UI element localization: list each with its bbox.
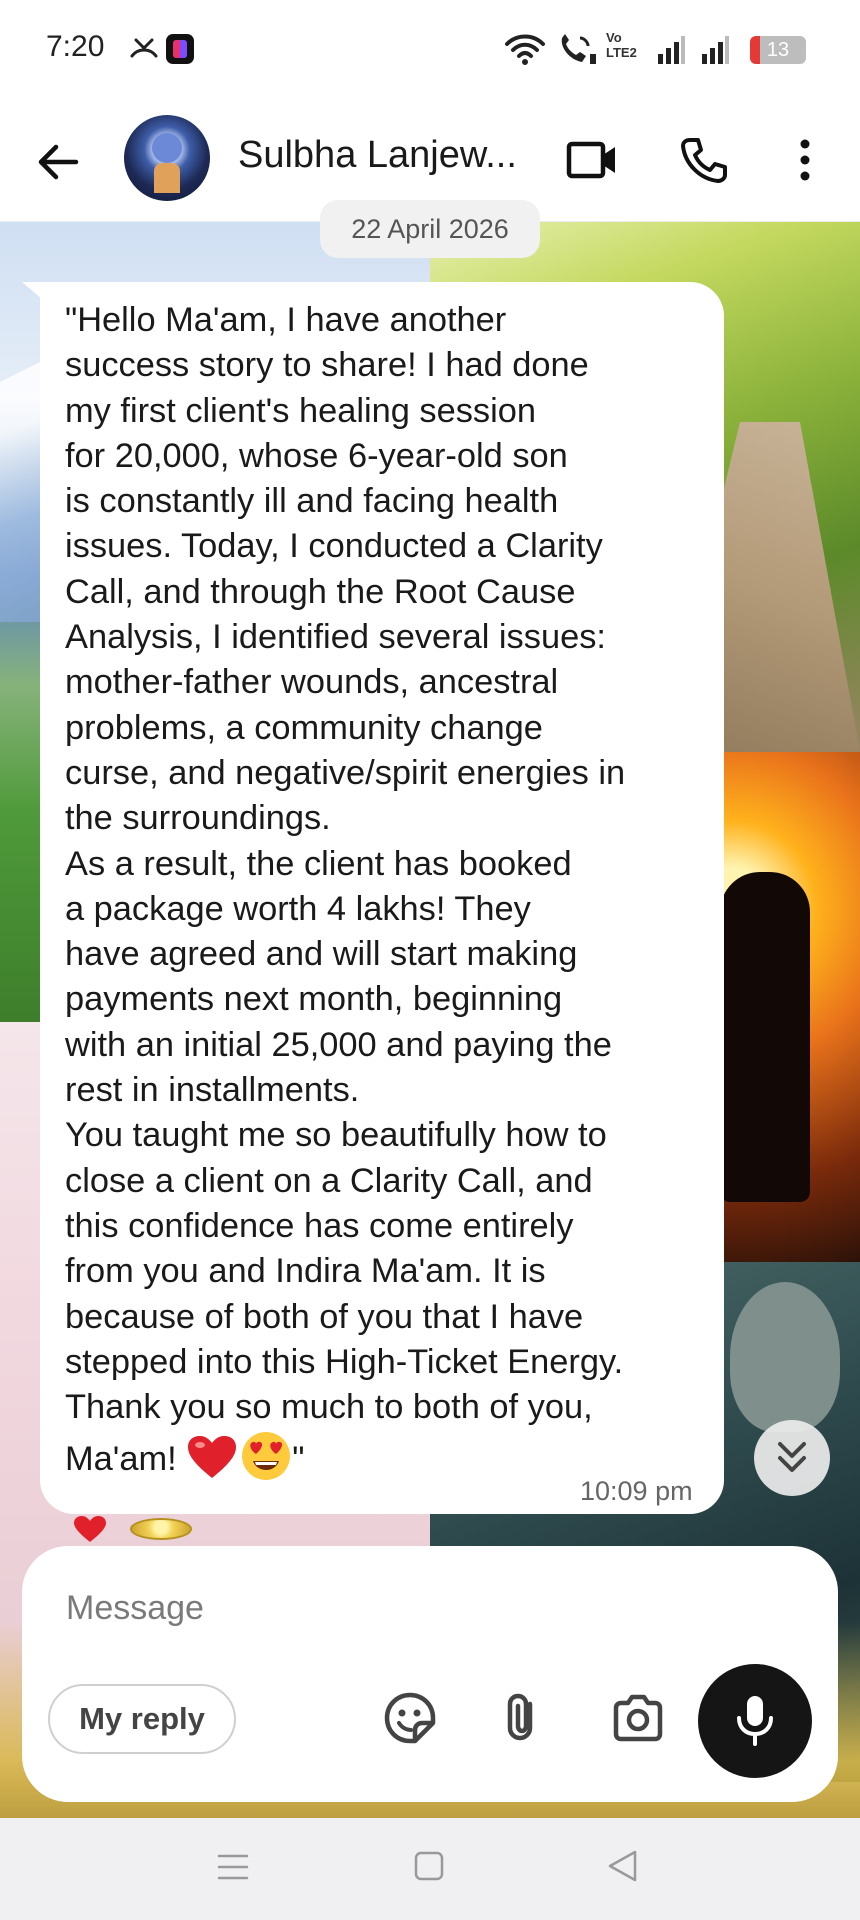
volte-badge: Vo LTE2 xyxy=(606,30,637,60)
status-bar: 7:20 Vo LTE2 13 xyxy=(0,0,860,100)
date-separator: 22 April 2026 xyxy=(320,200,540,258)
home-icon[interactable] xyxy=(413,1850,445,1882)
battery-icon: 13 xyxy=(750,36,806,64)
app-notification-icon xyxy=(166,34,194,64)
recent-apps-icon[interactable] xyxy=(216,1850,250,1884)
battery-level: 13 xyxy=(766,39,790,61)
missed-call-icon xyxy=(130,38,158,58)
video-call-icon[interactable] xyxy=(566,136,618,184)
contact-name[interactable]: Sulbha Lanjew... xyxy=(238,134,528,177)
heart-eyes-face-icon xyxy=(242,1432,291,1481)
status-time: 7:20 xyxy=(46,30,105,63)
red-heart-icon xyxy=(188,1436,237,1479)
closing-quote: " xyxy=(292,1440,305,1479)
sticker-icon[interactable] xyxy=(382,1690,438,1746)
message-input[interactable] xyxy=(66,1578,666,1638)
wifi-icon xyxy=(505,34,545,65)
more-vertical-icon[interactable] xyxy=(790,136,820,184)
avatar[interactable] xyxy=(124,115,210,201)
camera-icon[interactable] xyxy=(610,1690,666,1746)
scroll-to-bottom-button[interactable] xyxy=(754,1420,830,1496)
double-chevron-down-icon xyxy=(778,1442,806,1472)
my-reply-button[interactable]: My reply xyxy=(48,1684,236,1754)
signal-strength-icon-2 xyxy=(702,36,729,64)
microphone-icon xyxy=(737,1696,773,1746)
phone-icon[interactable] xyxy=(680,136,728,184)
back-arrow-icon[interactable] xyxy=(34,138,82,186)
message-time: 10:09 pm xyxy=(580,1476,693,1506)
voice-record-button[interactable] xyxy=(698,1664,812,1778)
signal-strength-icon xyxy=(658,36,685,64)
message-reactions[interactable] xyxy=(60,1508,200,1542)
wifi-calling-icon xyxy=(561,34,596,64)
message-text[interactable]: "Hello Ma'am, I have another success sto… xyxy=(65,298,715,1483)
coins-reaction-icon xyxy=(130,1518,192,1540)
heart-reaction-icon xyxy=(74,1516,106,1542)
nav-back-icon[interactable] xyxy=(606,1848,640,1884)
message-body: "Hello Ma'am, I have another success sto… xyxy=(65,301,626,1479)
date-label: 22 April 2026 xyxy=(351,214,509,244)
attachment-icon[interactable] xyxy=(496,1690,552,1746)
